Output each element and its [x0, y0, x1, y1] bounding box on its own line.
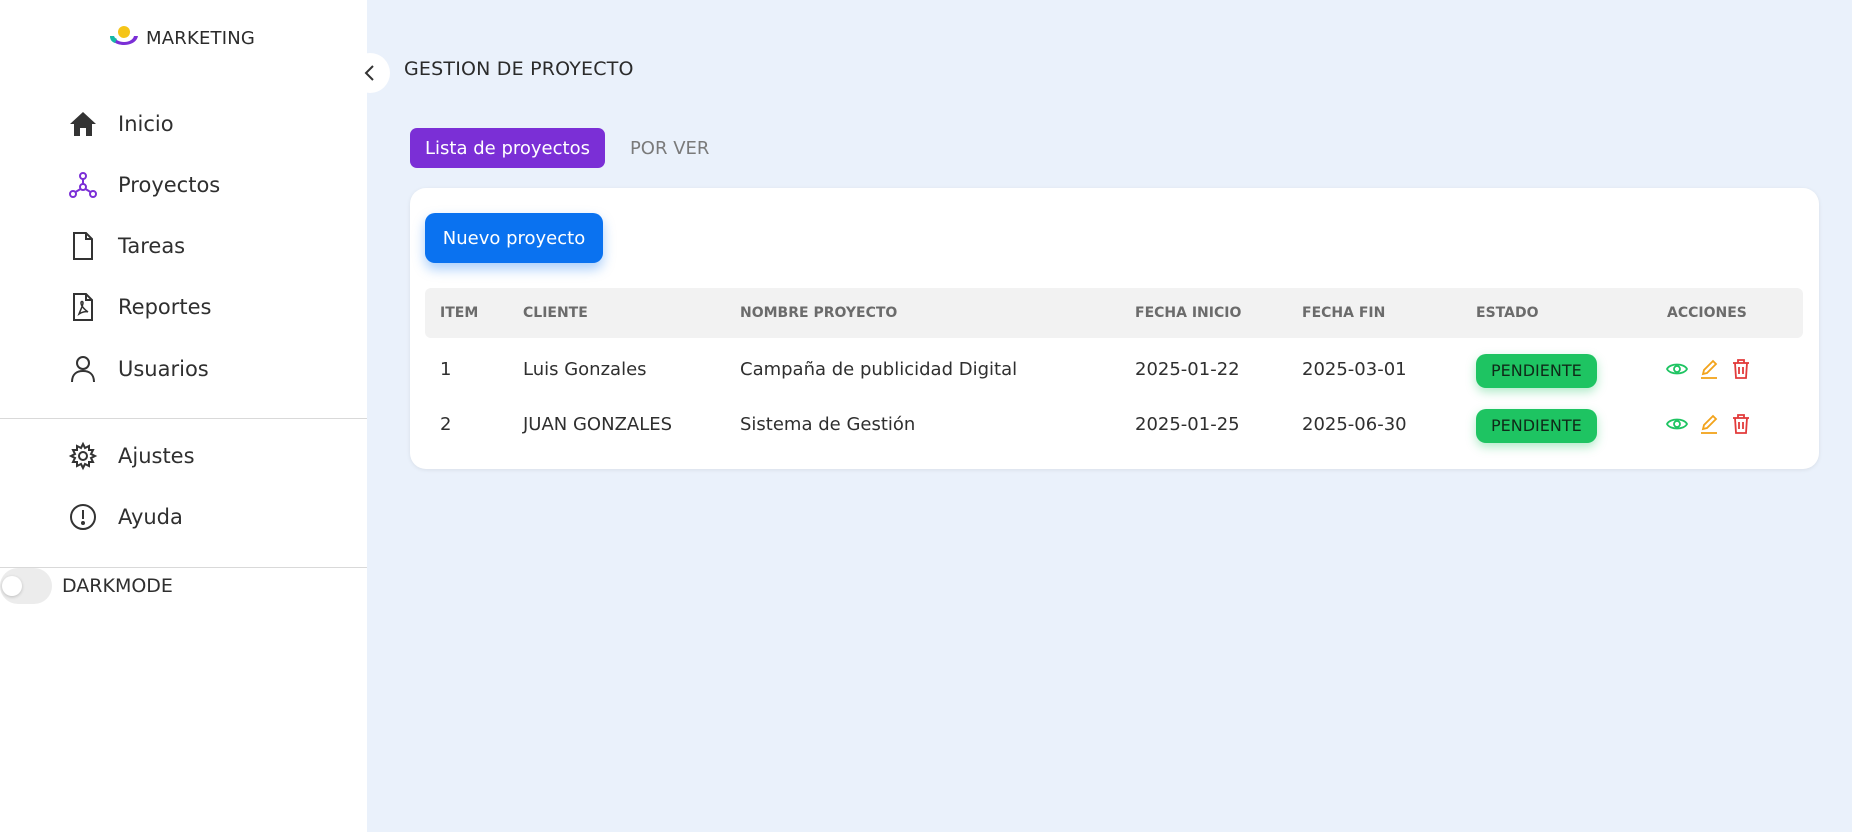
hub-icon — [68, 170, 98, 200]
status-badge: PENDIENTE — [1476, 409, 1597, 443]
collapse-sidebar-button[interactable] — [350, 53, 390, 93]
logo-icon — [110, 26, 138, 45]
user-icon — [68, 354, 98, 384]
sidebar-item-label: Tareas — [118, 234, 186, 258]
brand-name: MARKETING — [146, 27, 256, 49]
new-project-button[interactable]: Nuevo proyecto — [425, 213, 603, 263]
alert-circle-icon — [68, 502, 98, 532]
file-icon — [68, 231, 98, 261]
sidebar-item-label: Proyectos — [118, 173, 221, 197]
darkmode-row: DARKMODE — [0, 568, 173, 604]
edit-icon[interactable] — [1697, 357, 1721, 381]
table-header: ITEM CLIENTE NOMBRE PROYECTO FECHA INICI… — [425, 288, 1803, 338]
sidebar-item-label: Ayuda — [118, 505, 183, 529]
sidebar-item-label: Reportes — [118, 295, 212, 319]
sidebar-item-ajustes[interactable]: Ajustes — [68, 438, 195, 474]
brand[interactable]: MARKETING — [108, 24, 255, 52]
sidebar: MARKETING Inicio Proyectos Tareas Report… — [0, 0, 367, 832]
cell-fecha-fin: 2025-06-30 — [1302, 414, 1407, 435]
home-icon — [68, 109, 98, 139]
darkmode-toggle[interactable] — [0, 568, 52, 604]
column-header-estado: ESTADO — [1476, 305, 1539, 321]
column-header-acciones: ACCIONES — [1667, 305, 1747, 321]
sidebar-item-ayuda[interactable]: Ayuda — [68, 499, 183, 535]
table-row: 2 JUAN GONZALES Sistema de Gestión 2025-… — [425, 400, 1803, 450]
tab-por-ver[interactable]: POR VER — [615, 128, 724, 168]
edit-icon[interactable] — [1697, 412, 1721, 436]
cell-nombre: Campaña de publicidad Digital — [740, 359, 1018, 380]
pdf-file-icon — [68, 292, 98, 322]
sidebar-item-inicio[interactable]: Inicio — [68, 106, 174, 142]
sidebar-item-label: Inicio — [118, 112, 174, 136]
sidebar-item-usuarios[interactable]: Usuarios — [68, 351, 209, 387]
cell-fecha-inicio: 2025-01-22 — [1135, 359, 1240, 380]
sidebar-item-proyectos[interactable]: Proyectos — [68, 167, 220, 203]
sidebar-item-reportes[interactable]: Reportes — [68, 289, 211, 325]
sidebar-item-tareas[interactable]: Tareas — [68, 228, 185, 264]
darkmode-label: DARKMODE — [62, 575, 173, 597]
status-badge: PENDIENTE — [1476, 354, 1597, 388]
cell-item: 2 — [440, 414, 452, 435]
delete-icon[interactable] — [1729, 357, 1753, 381]
cell-fecha-fin: 2025-03-01 — [1302, 359, 1407, 380]
row-actions — [1665, 412, 1761, 436]
tab-lista-de-proyectos[interactable]: Lista de proyectos — [410, 128, 605, 168]
column-header-fecha-fin: FECHA FIN — [1302, 305, 1386, 321]
column-header-item: ITEM — [440, 305, 479, 321]
tabs: Lista de proyectos POR VER — [410, 128, 724, 168]
gear-icon — [68, 441, 98, 471]
row-actions — [1665, 357, 1761, 381]
toggle-knob — [2, 576, 22, 596]
sidebar-divider — [0, 418, 367, 419]
sidebar-item-label: Usuarios — [118, 357, 209, 381]
sidebar-item-label: Ajustes — [118, 444, 195, 468]
chevron-left-icon — [364, 65, 374, 81]
cell-item: 1 — [440, 359, 452, 380]
projects-card: Nuevo proyecto ITEM CLIENTE NOMBRE PROYE… — [410, 188, 1819, 469]
cell-cliente: Luis Gonzales — [523, 359, 647, 380]
page-title: GESTION DE PROYECTO — [404, 58, 634, 80]
column-header-nombre: NOMBRE PROYECTO — [740, 305, 898, 321]
cell-nombre: Sistema de Gestión — [740, 414, 916, 435]
view-icon[interactable] — [1665, 412, 1689, 436]
view-icon[interactable] — [1665, 357, 1689, 381]
cell-cliente: JUAN GONZALES — [523, 414, 673, 435]
cell-fecha-inicio: 2025-01-25 — [1135, 414, 1240, 435]
table-row: 1 Luis Gonzales Campaña de publicidad Di… — [425, 345, 1803, 395]
column-header-cliente: CLIENTE — [523, 305, 588, 321]
delete-icon[interactable] — [1729, 412, 1753, 436]
column-header-fecha-inicio: FECHA INICIO — [1135, 305, 1242, 321]
